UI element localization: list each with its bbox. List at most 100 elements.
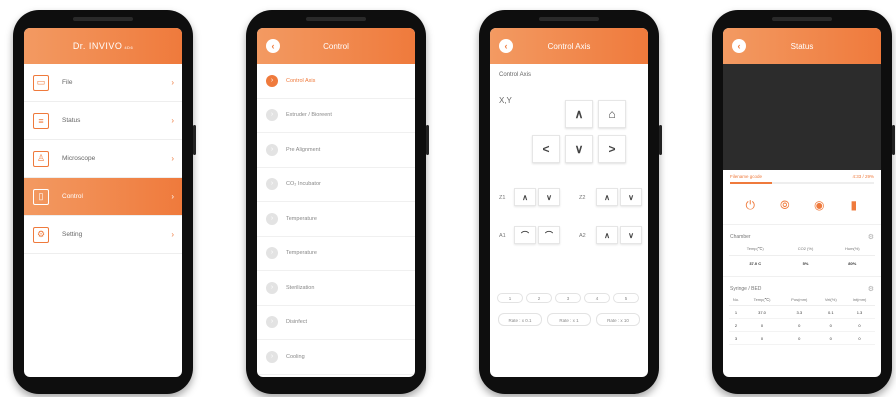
y-down-button[interactable]: ∨	[565, 135, 593, 163]
rate-1-button[interactable]: Rate : x 1	[547, 313, 591, 326]
arrow-down-icon: ∨	[628, 230, 634, 240]
a1-cw-button[interactable]: ⌒	[538, 226, 560, 244]
chevron-circle-icon: ›	[266, 247, 278, 260]
arrow-right-icon: >	[608, 142, 616, 156]
door-button[interactable]: ▮	[847, 198, 861, 212]
arrow-left-icon: <	[542, 142, 550, 156]
chevron-right-icon: ›	[171, 116, 174, 125]
back-button[interactable]: ‹	[266, 39, 280, 53]
table-cell: 0	[817, 318, 844, 332]
control-item[interactable]: › Temperature	[257, 202, 415, 237]
control-item[interactable]: › Disinfect	[257, 306, 415, 340]
brand-logo: Dr. INVIVO 4D6	[72, 41, 134, 51]
menu-item-control[interactable]: ▯ Control ›	[24, 178, 182, 216]
power-button[interactable]: ⏻	[743, 198, 757, 212]
chamber-title: Chamber	[730, 234, 751, 240]
menu-item-label: Setting	[62, 231, 83, 238]
column-header: CO2 (%)	[781, 241, 830, 256]
gear-icon[interactable]: ⚙	[868, 233, 874, 241]
number-button-5[interactable]: 5	[613, 293, 639, 303]
chamber-section-header: Chamber ⚙	[723, 224, 881, 241]
microscope-icon: ♙	[33, 150, 49, 167]
menu-item-file[interactable]: ▭ File ›	[24, 64, 182, 102]
number-button-1[interactable]: 1	[497, 293, 523, 303]
chevron-circle-icon: ›	[266, 212, 278, 225]
chevron-right-icon: ›	[171, 78, 174, 87]
control-item[interactable]: › Cooling	[257, 340, 415, 375]
gear-icon[interactable]: ⚙	[868, 285, 874, 293]
z1-down-button[interactable]: ∨	[538, 188, 560, 206]
power-icon: ⏻	[745, 198, 756, 212]
home-button[interactable]: ⌂	[598, 100, 626, 128]
chevron-circle-icon: ›	[266, 350, 278, 363]
folder-icon: ▭	[33, 74, 49, 91]
syringe-section-header: Syringe / BED ⚙	[723, 276, 881, 293]
record-button[interactable]: ◉	[812, 198, 826, 212]
main-menu-list: ▭ File › ≡ Status › ♙ Microscope › ▯ Control › ⚙ Sett…	[24, 64, 182, 254]
table-cell: 0	[844, 331, 875, 345]
menu-item-status[interactable]: ≡ Status ›	[24, 102, 182, 140]
table-cell: 0	[781, 318, 818, 332]
menu-item-microscope[interactable]: ♙ Microscope ›	[24, 140, 182, 178]
number-button-2[interactable]: 2	[526, 293, 552, 303]
status-title: Status	[790, 41, 814, 51]
progress-bar	[730, 182, 874, 184]
rate-10-button[interactable]: Rate : x 10	[596, 313, 640, 326]
arc-right-icon: ⌒	[545, 230, 553, 240]
chevron-circle-icon: ›	[266, 178, 278, 191]
arrow-down-icon: ∨	[628, 192, 634, 202]
number-button-4[interactable]: 4	[584, 293, 610, 303]
control-screen: ‹ Control › Control Axis › Extruder / Biore…	[257, 28, 415, 377]
control-item[interactable]: › Extruder / Bioreent	[257, 99, 415, 133]
control-axis-screen: ‹ Control Axis Control Axis X,Y ∧ ⌂ < ∨ …	[490, 28, 648, 377]
z2-up-button[interactable]: ∧	[596, 188, 618, 206]
table-header-row: No. Temp(℃) Pos(mm) Vel(%) Int(mm)	[729, 293, 875, 306]
number-button-3[interactable]: 3	[555, 293, 581, 303]
chevron-right-icon: ›	[171, 192, 174, 201]
z2-down-button[interactable]: ∨	[620, 188, 642, 206]
control-axis-header: ‹ Control Axis	[490, 28, 648, 64]
back-button[interactable]: ‹	[499, 39, 513, 53]
y-up-button[interactable]: ∧	[565, 100, 593, 128]
arc-left-icon: ⌒	[521, 230, 529, 240]
z1-up-button[interactable]: ∧	[514, 188, 536, 206]
pause-button[interactable]: ⦾	[778, 198, 792, 212]
side-button	[659, 125, 662, 155]
chevron-circle-icon: ›	[266, 109, 278, 122]
x-right-button[interactable]: >	[598, 135, 626, 163]
chevron-circle-icon: ›	[266, 74, 278, 87]
control-item-label: Sterilization	[286, 284, 315, 291]
menu-item-setting[interactable]: ⚙ Setting ›	[24, 216, 182, 254]
syringe-title: Syringe / BED	[730, 286, 762, 292]
section-label: Control Axis	[499, 72, 532, 78]
table-cell: 0	[743, 331, 782, 345]
a1-ccw-button[interactable]: ⌒	[514, 226, 536, 244]
chevron-circle-icon: ›	[266, 316, 278, 329]
table-cell: 0	[743, 318, 782, 332]
menu-item-label: Status	[62, 117, 81, 124]
speaker-grille	[539, 17, 599, 21]
control-item[interactable]: › Temperature	[257, 237, 415, 271]
speaker-grille	[306, 17, 366, 21]
z2-label: Z2	[579, 195, 586, 201]
a2-down-button[interactable]: ∨	[620, 226, 642, 244]
side-button	[892, 125, 895, 155]
control-item[interactable]: › Control Axis	[257, 64, 415, 99]
control-item[interactable]: › CO₂ Incubator	[257, 168, 415, 202]
rate-0-1-button[interactable]: Rate : x 0.1	[498, 313, 542, 326]
z1-label: Z1	[499, 195, 506, 201]
column-header: Hum(%)	[829, 241, 875, 256]
status-screen: ‹ Status Filename gcode 4:33 / 29% ⏻ ⦾ ◉…	[723, 28, 881, 377]
x-left-button[interactable]: <	[532, 135, 560, 163]
app-header: Dr. INVIVO 4D6	[24, 28, 182, 64]
a2-up-button[interactable]: ∧	[596, 226, 618, 244]
control-header: ‹ Control	[257, 28, 415, 64]
back-button[interactable]: ‹	[732, 39, 746, 53]
chevron-right-icon: ›	[171, 154, 174, 163]
main-menu-screen: Dr. INVIVO 4D6 ▭ File › ≡ Status › ♙ Microscope ›…	[24, 28, 182, 377]
column-header: Vel(%)	[817, 293, 844, 306]
control-item[interactable]: › Pre Alignment	[257, 133, 415, 168]
control-item[interactable]: › Sterilization	[257, 271, 415, 306]
arrow-down-icon: ∨	[574, 142, 584, 156]
xy-label: X,Y	[499, 96, 512, 105]
